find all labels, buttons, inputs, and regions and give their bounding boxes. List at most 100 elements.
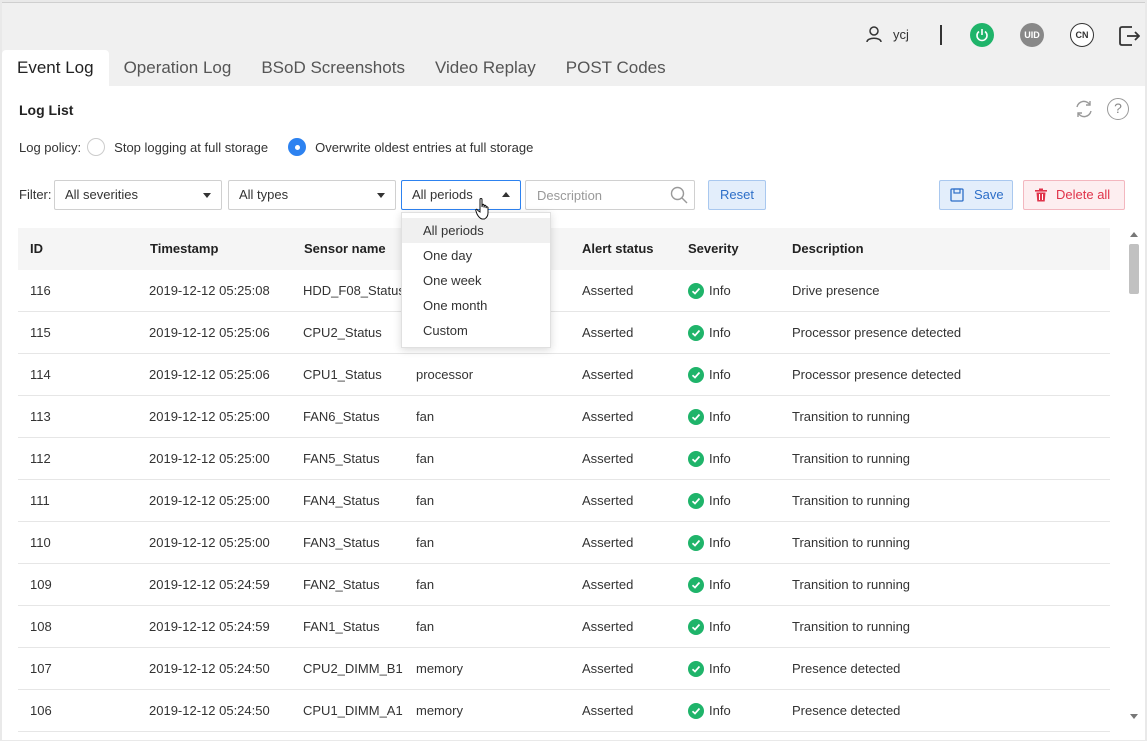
table-row[interactable]: 114 2019-12-12 05:25:06 CPU1_Status process… <box>18 354 1110 396</box>
column-header-id[interactable]: ID <box>18 228 146 270</box>
cell-description: Transition to running <box>792 451 911 466</box>
cell-sensor-name: CPU1_DIMM_A1 <box>303 703 403 718</box>
severity-badge: Info <box>688 564 791 605</box>
cell-id: 109 <box>30 577 52 592</box>
log-policy: Log policy: Stop logging at full storage… <box>19 138 547 156</box>
tab-video-replay[interactable]: Video Replay <box>420 50 551 86</box>
cell-id: 116 <box>30 283 51 298</box>
username: ycj <box>893 26 909 42</box>
period-option-one-month[interactable]: One month <box>402 293 550 318</box>
reset-button[interactable]: Reset <box>708 180 766 210</box>
cell-id: 107 <box>30 661 52 676</box>
period-option-one-week[interactable]: One week <box>402 268 550 293</box>
logout-icon[interactable] <box>1118 24 1140 48</box>
table-scrollbar[interactable] <box>1127 228 1141 723</box>
log-list-panel: Log List ? Log policy: Stop logging at f… <box>2 86 1145 740</box>
power-button[interactable] <box>970 23 994 47</box>
cell-alert-status: Asserted <box>582 367 634 382</box>
chevron-up-icon <box>502 192 510 197</box>
severity-label: Info <box>709 325 731 340</box>
severity-select[interactable]: All severities <box>54 180 222 210</box>
cell-description: Processor presence detected <box>792 367 962 382</box>
delete-all-button[interactable]: Delete all <box>1023 180 1125 210</box>
save-button[interactable]: Save <box>939 180 1013 210</box>
severity-label: Info <box>709 493 731 508</box>
policy-option-stop[interactable]: Stop logging at full storage <box>114 140 268 155</box>
column-header-alert-status[interactable]: Alert status <box>579 228 686 270</box>
type-select[interactable]: All types <box>228 180 396 210</box>
policy-radio-overwrite[interactable] <box>288 138 307 156</box>
tab-bsod-screenshots[interactable]: BSoD Screenshots <box>246 50 420 86</box>
tab-operation-log[interactable]: Operation Log <box>109 50 247 86</box>
severity-label: Info <box>709 409 731 424</box>
table-row[interactable]: 106 2019-12-12 05:24:50 CPU1_DIMM_A1 memory… <box>18 690 1110 732</box>
cell-sensor-name: FAN5_Status <box>303 451 380 466</box>
period-select-value: All periods <box>412 187 473 202</box>
period-select[interactable]: All periods <box>401 180 521 210</box>
table-row[interactable]: 116 2019-12-12 05:25:08 HDD_F08_Status Asse… <box>18 270 1110 312</box>
cell-description: Transition to running <box>792 619 911 634</box>
cell-alert-status: Asserted <box>582 535 634 550</box>
cell-severity: Info <box>686 606 791 647</box>
check-circle-icon <box>688 703 704 719</box>
policy-option-overwrite[interactable]: Overwrite oldest entries at full storage <box>315 140 533 155</box>
cell-severity: Info <box>686 522 791 563</box>
cell-sensor-type: memory <box>416 703 463 718</box>
cell-severity: Info <box>686 396 791 437</box>
cell-description: Transition to running <box>792 493 911 508</box>
panel-title: Log List <box>19 102 74 118</box>
cell-description: Presence detected <box>792 661 901 676</box>
cell-alert-status: Asserted <box>582 283 634 298</box>
cell-sensor-name: CPU2_DIMM_B1 <box>303 661 403 676</box>
column-header-description[interactable]: Description <box>791 228 1110 270</box>
table-row[interactable]: 111 2019-12-12 05:25:00 FAN4_Status fan Asse… <box>18 480 1110 522</box>
cell-description: Transition to running <box>792 577 911 592</box>
chevron-down-icon <box>377 193 385 198</box>
cell-id: 115 <box>30 325 51 340</box>
cell-id: 111 <box>30 493 50 508</box>
check-circle-icon <box>688 283 704 299</box>
period-option-one-day[interactable]: One day <box>402 243 550 268</box>
cell-id: 108 <box>30 619 52 634</box>
cell-timestamp: 2019-12-12 05:25:00 <box>149 451 270 466</box>
refresh-icon[interactable] <box>1073 98 1095 120</box>
cell-severity: Info <box>686 690 791 731</box>
table-row[interactable]: 108 2019-12-12 05:24:59 FAN1_Status fan Asse… <box>18 606 1110 648</box>
help-icon[interactable]: ? <box>1107 98 1129 120</box>
period-option-all[interactable]: All periods <box>402 218 550 243</box>
cell-description: Presence detected <box>792 703 901 718</box>
cell-sensor-type: fan <box>416 577 435 592</box>
column-header-severity[interactable]: Severity <box>686 228 791 270</box>
cell-severity: Info <box>686 564 791 605</box>
policy-radio-stop[interactable] <box>87 138 106 156</box>
user-menu[interactable]: ycj <box>865 25 909 43</box>
check-circle-icon <box>688 535 704 551</box>
scrollbar-thumb[interactable] <box>1129 244 1139 294</box>
period-option-custom[interactable]: Custom <box>402 318 550 343</box>
severity-label: Info <box>709 661 731 676</box>
severity-label: Info <box>709 535 731 550</box>
search-icon[interactable] <box>670 186 688 204</box>
cell-timestamp: 2019-12-12 05:25:00 <box>149 409 270 424</box>
trash-icon <box>1035 188 1047 202</box>
user-icon <box>866 26 882 43</box>
cell-alert-status: Asserted <box>582 703 634 718</box>
table-row[interactable]: 113 2019-12-12 05:25:00 FAN6_Status fan Asse… <box>18 396 1110 438</box>
uid-button[interactable]: UID <box>1020 23 1044 47</box>
table-row[interactable]: 112 2019-12-12 05:25:00 FAN5_Status fan Asse… <box>18 438 1110 480</box>
tab-event-log[interactable]: Event Log <box>2 50 109 86</box>
language-button[interactable]: CN <box>1070 23 1094 47</box>
filter-label: Filter: <box>19 187 52 202</box>
table-row[interactable]: 109 2019-12-12 05:24:59 FAN2_Status fan Asse… <box>18 564 1110 606</box>
column-header-timestamp[interactable]: Timestamp <box>146 228 300 270</box>
cell-description: Processor presence detected <box>792 325 962 340</box>
cell-sensor-name: FAN1_Status <box>303 619 380 634</box>
scroll-up-arrow-icon[interactable] <box>1130 232 1138 237</box>
table-row[interactable]: 110 2019-12-12 05:25:00 FAN3_Status fan Asse… <box>18 522 1110 564</box>
table-row[interactable]: 107 2019-12-12 05:24:50 CPU2_DIMM_B1 memory… <box>18 648 1110 690</box>
table-row[interactable]: 115 2019-12-12 05:25:06 CPU2_Status Asserte… <box>18 312 1110 354</box>
cell-alert-status: Asserted <box>582 451 634 466</box>
tab-post-codes[interactable]: POST Codes <box>551 50 681 86</box>
scroll-down-arrow-icon[interactable] <box>1130 714 1138 719</box>
column-header-sensor-name[interactable]: Sensor name <box>300 228 415 270</box>
